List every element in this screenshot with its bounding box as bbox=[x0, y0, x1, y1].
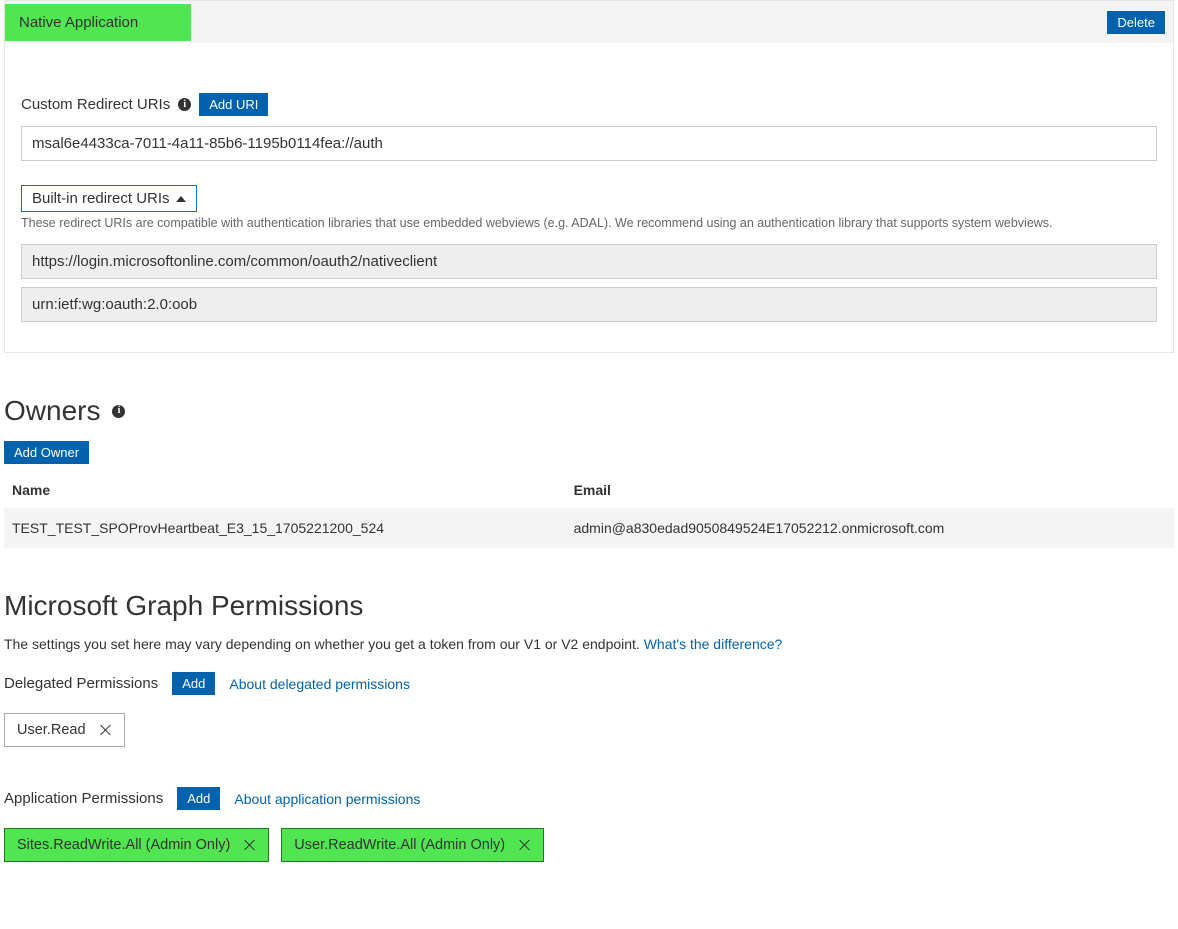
chevron-up-icon bbox=[176, 196, 186, 202]
application-permission-tag: User.ReadWrite.All (Admin Only) bbox=[281, 828, 544, 862]
owners-col-name: Name bbox=[4, 472, 566, 508]
application-permissions-row: Application Permissions Add About applic… bbox=[4, 787, 1174, 810]
builtin-redirect-toggle[interactable]: Built-in redirect URIs bbox=[21, 185, 197, 212]
close-icon[interactable] bbox=[244, 839, 256, 851]
owners-heading: Owners i bbox=[4, 395, 1174, 427]
delegated-permissions-row: Delegated Permissions Add About delegate… bbox=[4, 672, 1174, 695]
delegated-permission-tag: User.Read bbox=[4, 713, 125, 747]
add-application-button[interactable]: Add bbox=[177, 787, 220, 810]
native-application-panel: Native Application Delete Custom Redirec… bbox=[4, 0, 1174, 353]
add-uri-button[interactable]: Add URI bbox=[199, 93, 268, 116]
application-permission-label: User.ReadWrite.All (Admin Only) bbox=[294, 837, 505, 853]
delegated-permissions-label: Delegated Permissions bbox=[4, 675, 158, 692]
owner-email-cell: admin@a830edad9050849524E17052212.onmicr… bbox=[566, 508, 1174, 548]
about-delegated-link[interactable]: About delegated permissions bbox=[229, 676, 410, 692]
panel-body: Custom Redirect URIs i Add URI msal6e443… bbox=[5, 43, 1173, 352]
builtin-uri-1: https://login.microsoftonline.com/common… bbox=[21, 244, 1157, 279]
builtin-redirect-label: Built-in redirect URIs bbox=[32, 190, 170, 207]
about-application-link[interactable]: About application permissions bbox=[234, 791, 420, 807]
info-icon[interactable]: i bbox=[178, 98, 191, 111]
custom-redirect-uri-input[interactable]: msal6e4433ca-7011-4a11-85b6-1195b0114fea… bbox=[21, 126, 1157, 161]
builtin-uri-2: urn:ietf:wg:oauth:2.0:oob bbox=[21, 287, 1157, 322]
graph-subtext-body: The settings you set here may vary depen… bbox=[4, 636, 644, 652]
native-application-title: Native Application bbox=[5, 4, 191, 41]
owners-col-email: Email bbox=[566, 472, 1174, 508]
delegated-permission-label: User.Read bbox=[17, 722, 86, 738]
owners-heading-text: Owners bbox=[4, 395, 100, 427]
add-owner-button[interactable]: Add Owner bbox=[4, 441, 89, 464]
graph-subtext: The settings you set here may vary depen… bbox=[4, 636, 1174, 652]
builtin-helper-text: These redirect URIs are compatible with … bbox=[21, 216, 1157, 230]
delegated-tags: User.Read bbox=[4, 713, 1174, 747]
custom-redirect-uris-label: Custom Redirect URIs bbox=[21, 96, 170, 113]
owners-table: Name Email TEST_TEST_SPOProvHeartbeat_E3… bbox=[4, 472, 1174, 548]
delete-button[interactable]: Delete bbox=[1107, 11, 1165, 34]
graph-permissions-heading: Microsoft Graph Permissions bbox=[4, 590, 1174, 622]
close-icon[interactable] bbox=[100, 724, 112, 736]
application-permissions-label: Application Permissions bbox=[4, 790, 163, 807]
application-permission-label: Sites.ReadWrite.All (Admin Only) bbox=[17, 837, 230, 853]
whats-the-difference-link[interactable]: What's the difference? bbox=[644, 636, 783, 652]
panel-header: Native Application Delete bbox=[5, 1, 1173, 43]
close-icon[interactable] bbox=[519, 839, 531, 851]
table-row: TEST_TEST_SPOProvHeartbeat_E3_15_1705221… bbox=[4, 508, 1174, 548]
application-permission-tag: Sites.ReadWrite.All (Admin Only) bbox=[4, 828, 269, 862]
add-delegated-button[interactable]: Add bbox=[172, 672, 215, 695]
owner-name-cell: TEST_TEST_SPOProvHeartbeat_E3_15_1705221… bbox=[4, 508, 566, 548]
application-tags: Sites.ReadWrite.All (Admin Only) User.Re… bbox=[4, 828, 1174, 862]
info-icon[interactable]: i bbox=[112, 405, 125, 418]
custom-redirect-row: Custom Redirect URIs i Add URI bbox=[21, 93, 1157, 116]
